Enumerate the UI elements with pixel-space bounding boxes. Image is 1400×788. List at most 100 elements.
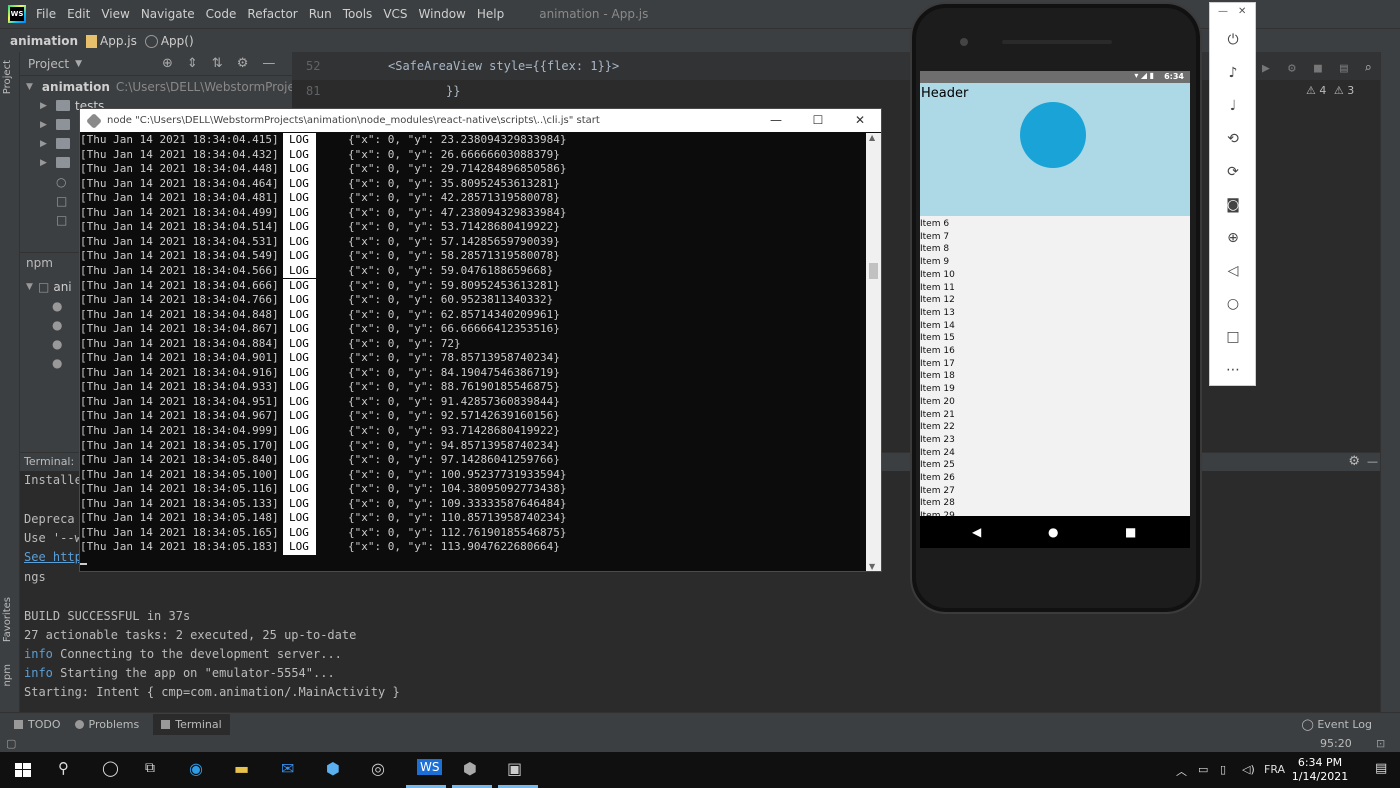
rotate-left-icon[interactable]: ⟲ [1223, 129, 1243, 149]
battery-icon[interactable]: ▯ [1220, 763, 1226, 776]
back-icon[interactable]: ◁ [1223, 261, 1243, 281]
close-icon[interactable]: ✕ [839, 109, 881, 132]
menu-file[interactable]: File [36, 7, 56, 21]
list-item[interactable]: Item 17 [920, 359, 955, 369]
volume-up-icon[interactable]: ♪ [1223, 63, 1243, 83]
windows-start-icon[interactable] [12, 760, 34, 780]
run-icon[interactable]: ▶ [1262, 61, 1270, 76]
more-icon[interactable]: ⋯ [1223, 360, 1243, 380]
power-icon[interactable]: ⏻ [1223, 30, 1243, 50]
list-item[interactable]: Item 18 [920, 371, 955, 381]
cortana-icon[interactable]: ◯ [102, 759, 119, 777]
list-item[interactable]: Item 20 [920, 397, 955, 407]
input-language[interactable]: FRA [1264, 763, 1285, 776]
edge-icon[interactable]: ◉ [189, 759, 203, 778]
app-hex-icon[interactable]: ⬢ [326, 759, 340, 778]
scroll-thumb[interactable] [869, 263, 878, 279]
list-item[interactable]: Item 10 [920, 270, 955, 280]
menu-vcs[interactable]: VCS [383, 7, 407, 21]
nav-home-icon[interactable]: ● [1048, 525, 1058, 539]
caret-position[interactable]: 95:20 [1320, 737, 1352, 750]
chevron-down-icon[interactable]: ▼ [75, 59, 82, 69]
webstorm-taskbar-icon[interactable]: WS [417, 759, 443, 775]
menu-view[interactable]: View [101, 7, 129, 21]
scroll-up-icon[interactable]: ▲ [869, 133, 875, 142]
node-taskbar-icon[interactable]: ⬢ [463, 759, 477, 778]
overview-icon[interactable]: □ [1223, 327, 1243, 347]
app-screen[interactable]: ▾ ◢ ▮ 6:34 Header Item 6 Item 7 Item 8 Item… [920, 71, 1190, 516]
taskbar-clock[interactable]: 6:34 PM 1/14/2021 [1290, 756, 1350, 784]
breadcrumb-function[interactable]: App() [161, 34, 194, 48]
minimize-panel-icon[interactable]: — [1367, 453, 1378, 471]
layout-toggle-icon[interactable]: ▢ [6, 737, 16, 750]
chrome-icon[interactable]: ◎ [371, 759, 385, 778]
layout-icon[interactable]: ▤ [1340, 61, 1348, 76]
menu-refactor[interactable]: Refactor [247, 7, 297, 21]
tab-terminal[interactable]: Terminal [153, 714, 230, 735]
collapse-icon[interactable]: ⇕ [187, 56, 198, 71]
list-item[interactable]: Item 19 [920, 384, 955, 394]
list-item[interactable]: Item 26 [920, 473, 955, 483]
network-icon[interactable]: ▭ [1198, 763, 1208, 776]
tool-tab-favorites[interactable]: Favorites [2, 597, 13, 642]
breadcrumb-project[interactable]: animation [10, 34, 78, 48]
emulator-taskbar-icon[interactable]: ▣ [507, 759, 522, 778]
minimize-panel-icon[interactable]: — [262, 56, 275, 71]
lock-icon[interactable]: ⊡ [1376, 737, 1385, 750]
expand-icon[interactable]: ⇅ [212, 56, 223, 71]
tab-todo[interactable]: TODO [14, 718, 61, 731]
list-item[interactable]: Item 21 [920, 410, 955, 420]
terminal-tab-label[interactable]: Terminal: [24, 455, 74, 468]
list-item[interactable]: Item 6 [920, 219, 949, 229]
menu-window[interactable]: Window [419, 7, 466, 21]
volume-icon[interactable]: ◁) [1242, 763, 1255, 776]
console-output[interactable]: [Thu Jan 14 2021 18:34:04.415] LOG {"x": 0… [80, 133, 867, 571]
console-scrollbar[interactable]: ▲ ▼ [866, 133, 881, 571]
tool-tab-project[interactable]: Project [2, 60, 13, 94]
locate-icon[interactable]: ⊕ [162, 56, 173, 71]
list-item[interactable]: Item 7 [920, 232, 949, 242]
event-log-button[interactable]: ◯ Event Log [1302, 718, 1372, 731]
menu-help[interactable]: Help [477, 7, 504, 21]
menu-navigate[interactable]: Navigate [141, 7, 195, 21]
rotate-right-icon[interactable]: ⟳ [1223, 162, 1243, 182]
notifications-icon[interactable]: ▤ [1375, 761, 1387, 776]
list-item[interactable]: Item 14 [920, 321, 955, 331]
volume-down-icon[interactable]: ♩ [1223, 96, 1243, 116]
project-panel-title[interactable]: Project [28, 57, 69, 71]
list-item[interactable]: Item 15 [920, 333, 955, 343]
camera-icon[interactable]: ◙ [1223, 195, 1243, 215]
minimize-icon[interactable]: — [1218, 6, 1228, 17]
nav-back-icon[interactable]: ◀ [972, 525, 981, 539]
maximize-icon[interactable]: ☐ [797, 109, 839, 132]
tool-tab-npm[interactable]: npm [2, 664, 13, 686]
zoom-icon[interactable]: ⊕ [1223, 228, 1243, 248]
minimize-icon[interactable]: — [755, 109, 797, 132]
list-item[interactable]: Item 11 [920, 283, 955, 293]
list-item[interactable]: Item 9 [920, 257, 949, 267]
file-explorer-icon[interactable]: ▬ [234, 759, 249, 778]
list-item[interactable]: Item 12 [920, 295, 955, 305]
gear-icon[interactable]: ⚙ [1348, 453, 1360, 471]
list-item[interactable]: Item 25 [920, 460, 955, 470]
menu-code[interactable]: Code [206, 7, 237, 21]
menu-tools[interactable]: Tools [343, 7, 373, 21]
mail-icon[interactable]: ✉ [281, 759, 294, 778]
nav-overview-icon[interactable]: ■ [1125, 525, 1136, 539]
home-icon[interactable]: ○ [1223, 294, 1243, 314]
scroll-down-icon[interactable]: ▼ [869, 562, 875, 571]
list-item[interactable]: Item 24 [920, 448, 955, 458]
list-item[interactable]: Item 22 [920, 422, 955, 432]
breadcrumb-file[interactable]: App.js [100, 34, 137, 48]
code-line[interactable]: }} [446, 84, 460, 98]
list-item[interactable]: Item 16 [920, 346, 955, 356]
list-item[interactable]: Item 23 [920, 435, 955, 445]
list-item[interactable]: Item 28 [920, 498, 955, 508]
gear-icon[interactable]: ⚙ [237, 56, 249, 71]
tree-row-root[interactable]: ▼ animation C:\Users\DELL\WebstormProjec… [20, 77, 292, 96]
search-icon[interactable]: ⚲ [58, 759, 69, 777]
code-line[interactable]: <SafeAreaView style={{flex: 1}}> [388, 59, 619, 73]
console-title-bar[interactable]: node "C:\Users\DELL\WebstormProjects\ani… [80, 109, 881, 132]
menu-run[interactable]: Run [309, 7, 332, 21]
task-view-icon[interactable]: ⧉ [145, 760, 155, 776]
